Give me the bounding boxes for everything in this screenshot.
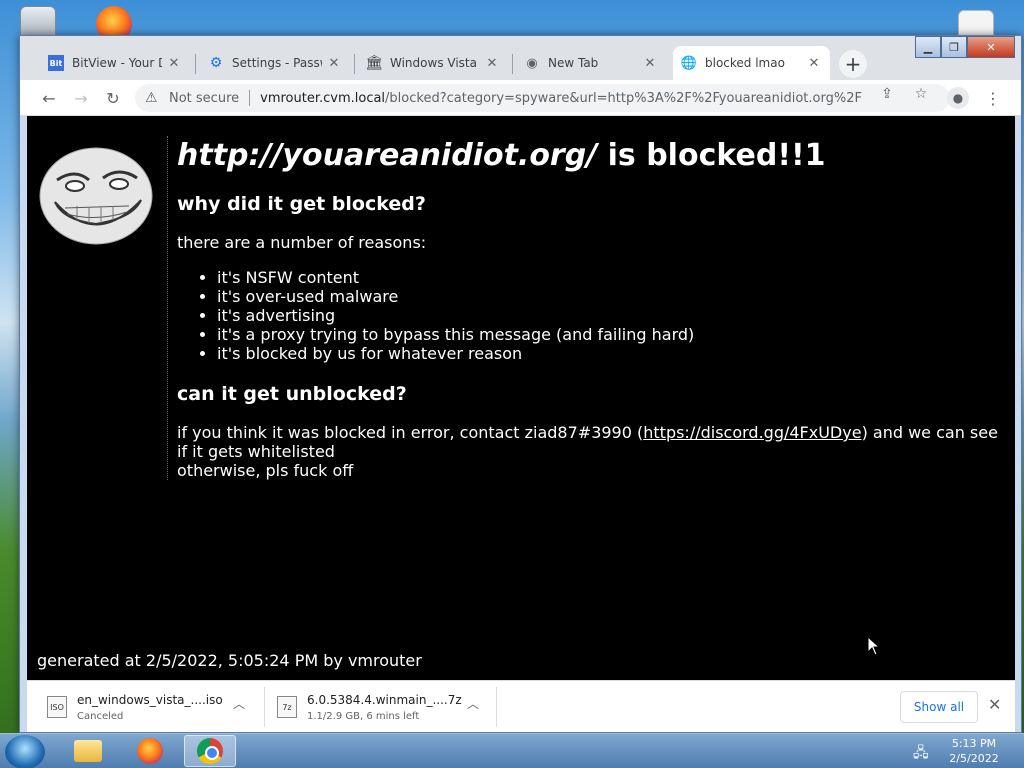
tab-title: Settings - Passwo (232, 56, 322, 70)
archive-file-icon: 7z (277, 696, 297, 718)
browser-toolbar: ← → ↻ ⚠ Not secure vmrouter.cvm.local /b… (20, 80, 1021, 116)
list-item: it's advertising (217, 306, 1007, 325)
chrome-icon: ◉ (526, 55, 538, 71)
download-name: 6.0.5384.4.winmain_....7z (307, 692, 462, 707)
firefox-icon (137, 738, 163, 764)
download-item[interactable]: ISO en_windows_vista_....iso Canceled (47, 687, 223, 727)
folder-icon (74, 740, 102, 762)
unblock-heading: can it get unblocked? (177, 383, 407, 405)
star-icon[interactable]: ☆ (912, 85, 930, 103)
discord-link[interactable]: https://discord.gg/4FxUDye (643, 423, 861, 442)
contact-paragraph: if you think it was blocked in error, co… (177, 423, 1007, 480)
list-item: it's over-used malware (217, 287, 1007, 306)
close-icon[interactable]: ✕ (166, 56, 182, 71)
blocked-message: http://youareanidiot.org/ is blocked!!1 … (167, 136, 1007, 480)
blocked-url: http://youareanidiot.org/ (177, 138, 598, 173)
reasons-intro: there are a number of reasons: (177, 233, 427, 252)
url-path: /blocked?category=spyware&url=http%3A%2F… (385, 90, 862, 106)
iso-file-icon: ISO (47, 696, 67, 718)
divider (496, 687, 497, 727)
tab-strip: Bit BitView - Your Dig ✕ ⚙ Settings - Pa… (20, 36, 1021, 80)
tab-bitview[interactable]: Bit BitView - Your Dig ✕ (40, 46, 190, 80)
download-name: en_windows_vista_....iso (77, 692, 223, 707)
list-item: it's NSFW content (217, 268, 1007, 287)
url-host: vmrouter.cvm.local (260, 90, 386, 106)
tab-windows-vista[interactable]: 🏛 Windows Vista wi ✕ (358, 46, 508, 80)
divider (264, 687, 265, 727)
close-icon[interactable]: ✕ (642, 56, 658, 71)
tab-separator (354, 54, 355, 74)
blocked-suffix: is blocked!!1 (597, 138, 826, 173)
close-icon[interactable]: ✕ (484, 56, 500, 71)
system-clock[interactable]: 5:13 PM 2/5/2022 (944, 736, 1004, 766)
globe-icon: 🌐 (680, 55, 698, 71)
closing-line: otherwise, pls fuck off (177, 461, 354, 480)
maximize-button[interactable]: ❐ (941, 36, 967, 58)
chevron-up-icon[interactable]: ︿ (467, 695, 479, 712)
tab-title: New Tab (548, 56, 599, 70)
clock-time: 5:13 PM (951, 737, 997, 750)
chevron-up-icon[interactable]: ︿ (233, 695, 245, 712)
download-shelf: ISO en_windows_vista_....iso Canceled ︿ … (27, 680, 1015, 732)
show-all-button[interactable]: Show all (900, 691, 978, 723)
new-tab-button[interactable]: + (839, 50, 867, 78)
download-status: 1.1/2.9 GB, 6 mins left (307, 710, 420, 722)
back-arrow-icon[interactable]: ← (37, 86, 61, 110)
warning-icon[interactable]: ⚠ (145, 90, 163, 106)
share-icon[interactable]: ⇪ (878, 85, 896, 103)
profile-avatar-icon[interactable]: ● (947, 87, 969, 109)
forward-arrow-icon[interactable]: → (69, 86, 93, 110)
contact-prefix: if you think it was blocked in error, co… (177, 423, 644, 442)
close-icon[interactable]: ✕ (806, 56, 822, 71)
clock-date: 2/5/2022 (949, 752, 999, 765)
page-title: http://youareanidiot.org/ is blocked!!1 (177, 138, 1007, 173)
taskbar: 🖧 5:13 PM 2/5/2022 (0, 733, 1024, 768)
building-icon: 🏛 (365, 55, 383, 71)
download-item[interactable]: 7z 6.0.5384.4.winmain_....7z 1.1/2.9 GB,… (277, 687, 462, 727)
reasons-list: it's NSFW content it's over-used malware… (217, 268, 1007, 363)
list-item: it's a proxy trying to bypass this messa… (217, 325, 1007, 344)
menu-dots-icon[interactable]: ⋮ (985, 86, 1001, 110)
chrome-window: Bit BitView - Your Dig ✕ ⚙ Settings - Pa… (19, 35, 1022, 733)
download-status: Canceled (77, 710, 124, 722)
trollface-image (39, 147, 153, 245)
tab-title: blocked lmao (705, 56, 785, 70)
generated-footer: generated at 2/5/2022, 5:05:24 PM by vmr… (37, 651, 422, 670)
gear-icon: ⚙ (209, 55, 223, 71)
tab-title: BitView - Your Dig (72, 56, 162, 70)
tab-blocked[interactable]: 🌐 blocked lmao ✕ (673, 46, 830, 80)
network-icon[interactable]: 🖧 (913, 742, 929, 766)
explorer-taskbar-button[interactable] (62, 735, 114, 767)
start-button[interactable] (5, 735, 45, 768)
close-icon[interactable]: ✕ (988, 695, 1001, 714)
close-icon[interactable]: ✕ (326, 56, 342, 71)
minimize-button[interactable]: ▁ (915, 36, 941, 58)
close-window-button[interactable]: ✕ (967, 36, 1015, 58)
reload-icon[interactable]: ↻ (101, 86, 125, 110)
mouse-cursor-icon (867, 636, 881, 656)
firefox-taskbar-button[interactable] (124, 735, 176, 767)
tab-title: Windows Vista wi (390, 56, 480, 70)
security-label[interactable]: Not secure (169, 91, 239, 106)
divider (249, 90, 251, 106)
tab-separator (512, 54, 513, 74)
list-item: it's blocked by us for whatever reason (217, 344, 1007, 363)
tab-new-tab[interactable]: ◉ New Tab ✕ (516, 46, 666, 80)
bitview-icon: Bit (48, 55, 64, 71)
page-content: http://youareanidiot.org/ is blocked!!1 … (27, 116, 1015, 680)
chrome-icon (197, 738, 223, 764)
address-bar[interactable]: ⚠ Not secure vmrouter.cvm.local /blocked… (135, 84, 950, 112)
tab-settings[interactable]: ⚙ Settings - Passwo ✕ (200, 46, 350, 80)
why-heading: why did it get blocked? (177, 193, 426, 215)
chrome-taskbar-button[interactable] (184, 735, 236, 767)
tab-separator (195, 54, 196, 74)
